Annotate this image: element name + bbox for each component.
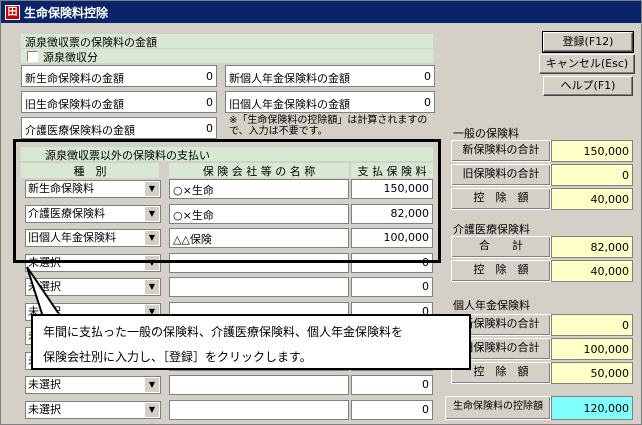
withholding-checkbox-row: 源泉徴収分	[21, 49, 433, 64]
new-pension-label: 新個人年金保険料の金額	[229, 72, 350, 85]
withholding-header-text: 源泉徴収票の保険料の金額	[25, 36, 157, 49]
chevron-down-icon[interactable]: ▼	[144, 403, 159, 417]
general-old-total-label: 旧保険料の合計	[451, 164, 551, 186]
old-life-value[interactable]: 0	[206, 96, 213, 109]
amount-input[interactable]: 0	[351, 375, 433, 395]
care-deduction-value: 40,000	[551, 260, 633, 282]
general-deduction-value: 40,000	[551, 188, 633, 210]
title-bar: 田 生命保険料控除	[1, 1, 641, 23]
company-input[interactable]	[169, 277, 349, 297]
amount-input[interactable]: 0	[351, 400, 433, 420]
general-new-total-label: 新保険料の合計	[451, 140, 551, 162]
type-select[interactable]: 未選択 ▼	[25, 376, 161, 394]
type-select[interactable]: 未選択 ▼	[25, 401, 161, 419]
old-pension-label: 旧個人年金保険料の金額	[229, 98, 350, 111]
amount-input[interactable]: 0	[351, 277, 433, 297]
new-pension-row: 新個人年金保険料の金額 0	[225, 65, 435, 87]
new-pension-value[interactable]: 0	[424, 70, 431, 83]
general-old-total-value: 0	[551, 164, 633, 186]
chevron-down-icon[interactable]: ▼	[144, 280, 159, 294]
care-deduction-label: 控 除 額	[451, 260, 551, 282]
old-life-row: 旧生命保険料の金額 0	[21, 91, 217, 113]
register-button[interactable]: 登録(F12)	[542, 31, 634, 53]
callout-pointer	[26, 266, 61, 317]
company-input[interactable]	[169, 375, 349, 395]
instruction-callout: 年間に支払った一般の保険料、介護医療保険料、個人年金保険料を 保険会社別に入力し…	[31, 314, 471, 370]
withholding-checkbox-label: 源泉徴収分	[43, 51, 98, 64]
old-pension-row: 旧個人年金保険料の金額 0	[225, 91, 435, 113]
care-row: 介護医療保険料の金額 0	[21, 117, 217, 139]
pension-old-total-value: 100,000	[551, 338, 633, 360]
general-deduction-label: 控 除 額	[451, 188, 551, 210]
old-life-label: 旧生命保険料の金額	[25, 98, 124, 111]
pension-title: 個人年金保険料	[453, 299, 530, 312]
company-input[interactable]	[169, 400, 349, 420]
withholding-header: 源泉徴収票の保険料の金額	[21, 34, 433, 49]
cancel-button[interactable]: キャンセル(Esc)	[539, 54, 635, 74]
type-select-value: 未選択	[28, 378, 61, 391]
help-button[interactable]: ヘルプ(F1)	[543, 76, 633, 96]
pension-new-total-value: 0	[551, 314, 633, 336]
old-pension-value[interactable]: 0	[424, 96, 431, 109]
new-life-value[interactable]: 0	[206, 70, 213, 83]
grand-total-value: 120,000	[551, 396, 633, 420]
withholding-note: ※「生命保険料の控除額」は計算されますので、入力は不要です。	[229, 115, 428, 137]
window-title: 生命保険料控除	[24, 6, 109, 20]
grand-total-label: 生命保険料の控除額	[445, 396, 551, 420]
general-new-total-value: 150,000	[551, 140, 633, 162]
care-label: 介護医療保険料の金額	[25, 124, 135, 137]
callout-line-1: 年間に支払った一般の保険料、介護医療保険料、個人年金保険料を	[43, 325, 404, 339]
care-total-label: 合 計	[451, 236, 551, 258]
care-total-value: 82,000	[551, 236, 633, 258]
callout-line-2: 保険会社別に入力し、［登録］をクリックします。	[43, 350, 312, 364]
pension-deduction-value: 50,000	[551, 362, 633, 384]
care-title: 介護医療保険料	[453, 223, 530, 236]
chevron-down-icon[interactable]: ▼	[144, 378, 159, 392]
highlight-frame	[13, 139, 441, 263]
care-value[interactable]: 0	[206, 122, 213, 135]
new-life-row: 新生命保険料の金額 0	[21, 65, 217, 87]
general-title: 一般の保険料	[453, 127, 519, 140]
new-life-label: 新生命保険料の金額	[25, 72, 124, 85]
app-icon: 田	[5, 5, 20, 20]
dialog-window: 田 生命保険料控除 登録(F12) キャンセル(Esc) ヘルプ(F1) 源泉徴…	[0, 0, 642, 425]
type-select-value: 未選択	[28, 403, 61, 416]
withholding-checkbox[interactable]	[27, 51, 38, 62]
